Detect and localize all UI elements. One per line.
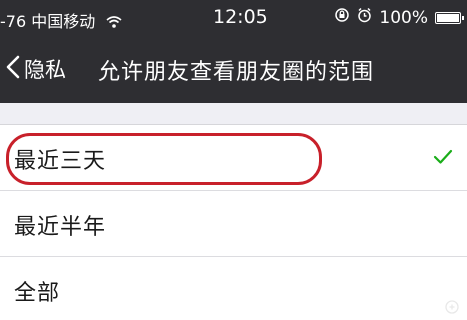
option-label: 最近半年 [14, 215, 107, 240]
checkmark-icon [433, 149, 453, 169]
status-bar: -76 中国移动 12:05 100% [0, 0, 467, 36]
status-left: -76 中国移动 [0, 8, 122, 32]
back-label: 隐私 [24, 58, 66, 82]
option-recent-half-year[interactable]: 最近半年 [0, 191, 467, 257]
option-all[interactable]: 全部 [0, 257, 467, 320]
alarm-icon [357, 7, 372, 28]
watermark-logo-icon [445, 300, 459, 314]
option-label: 全部 [14, 281, 61, 306]
back-chevron-icon [6, 55, 20, 84]
status-right: 100% [334, 7, 464, 28]
lock-rotation-icon [334, 7, 350, 28]
carrier-label: -76 中国移动 [0, 12, 96, 31]
watermark [445, 300, 459, 314]
wifi-icon [106, 13, 122, 32]
page-title: 允许朋友查看朋友圈的范围 [98, 60, 375, 85]
battery-icon [435, 11, 464, 24]
back-button[interactable]: 隐私 [6, 54, 66, 84]
annotation-circle [6, 133, 322, 185]
battery-fill [437, 13, 459, 22]
header: -76 中国移动 12:05 100% 隐私 允许朋友查看朋友圈的范围 [0, 0, 467, 103]
navigation-bar: 隐私 允许朋友查看朋友圈的范围 [0, 44, 467, 96]
battery-percent: 100% [379, 7, 428, 28]
status-time: 12:05 [213, 6, 268, 28]
